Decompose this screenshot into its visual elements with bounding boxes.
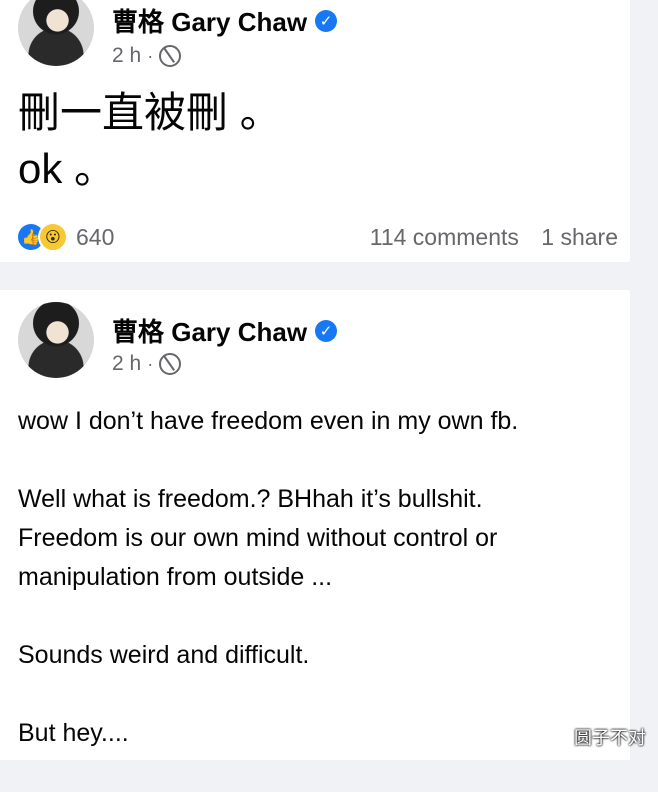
post-paragraph-2: Well what is freedom.? BHhah it’s bullsh… bbox=[18, 485, 498, 591]
engagement-counts: 114 comments 1 share bbox=[354, 224, 618, 251]
post-text-line-1: 刪一直被刪 。 bbox=[18, 89, 282, 136]
post-meta: 2 h · bbox=[112, 352, 182, 376]
author-name[interactable]: 曹格 Gary Chaw bbox=[112, 312, 307, 349]
post-card-1: 曹格 Gary Chaw ✓ 2 h · 刪一直被刪 。 ok 。 👍 😮 64… bbox=[0, 0, 630, 262]
post-paragraph-1: wow I don’t have freedom even in my own … bbox=[18, 407, 519, 435]
post-body: wow I don’t have freedom even in my own … bbox=[18, 402, 608, 792]
post-text-line-2: ok 。 bbox=[18, 145, 117, 192]
post-time[interactable]: 2 h bbox=[112, 352, 141, 376]
author-row: 曹格 Gary Chaw ✓ bbox=[112, 312, 338, 349]
reactions-summary[interactable]: 👍 😮 640 bbox=[18, 222, 114, 252]
author-name[interactable]: 曹格 Gary Chaw bbox=[112, 2, 307, 39]
shares-count[interactable]: 1 share bbox=[541, 224, 618, 250]
separator-dot: · bbox=[147, 353, 154, 374]
post-paragraph-4: But hey.... bbox=[18, 719, 129, 747]
wow-reaction-icon: 😮 bbox=[38, 222, 68, 252]
globe-icon[interactable] bbox=[159, 45, 182, 67]
globe-icon[interactable] bbox=[159, 353, 182, 375]
avatar[interactable] bbox=[18, 302, 94, 378]
reaction-count: 640 bbox=[76, 223, 115, 250]
verified-check-icon: ✓ bbox=[315, 9, 338, 32]
post-time[interactable]: 2 h bbox=[112, 44, 141, 68]
post-meta: 2 h · bbox=[112, 44, 182, 68]
comments-count[interactable]: 114 comments bbox=[370, 224, 519, 250]
watermark-text: 圆子不对 bbox=[574, 728, 646, 748]
avatar[interactable] bbox=[18, 0, 94, 66]
author-row: 曹格 Gary Chaw ✓ bbox=[112, 2, 338, 39]
post-paragraph-3: Sounds weird and difficult. bbox=[18, 641, 310, 669]
verified-check-icon: ✓ bbox=[315, 319, 338, 342]
separator-dot: · bbox=[147, 45, 154, 66]
